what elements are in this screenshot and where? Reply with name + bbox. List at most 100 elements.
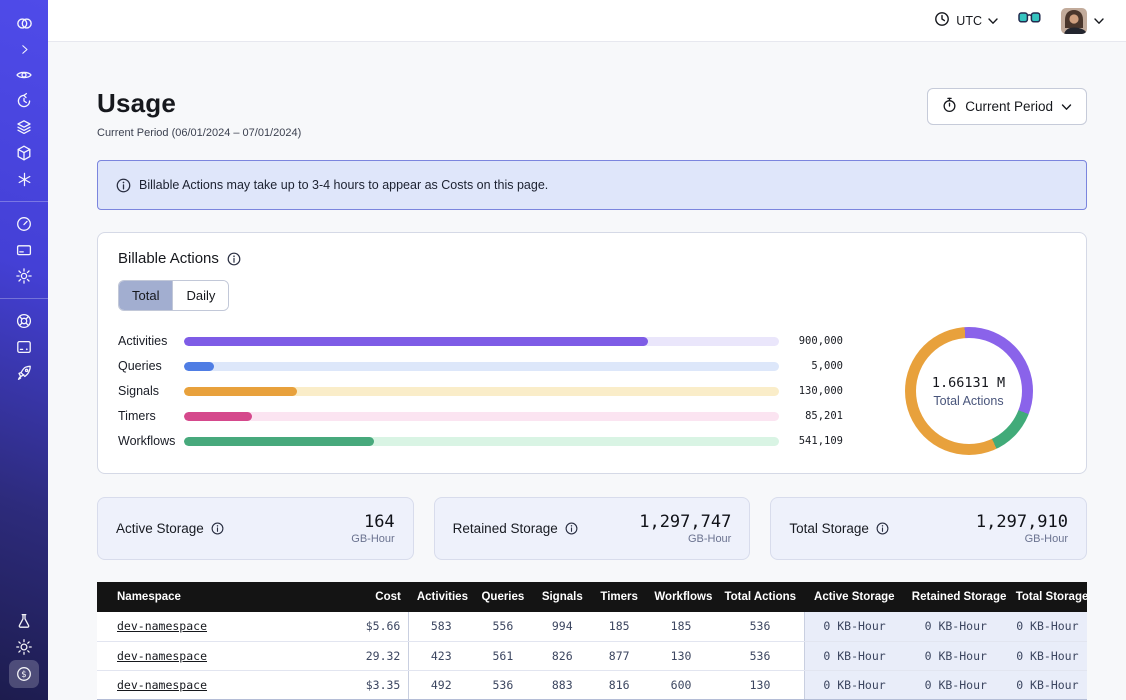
column-header-timers: Timers <box>592 582 646 612</box>
queries-cell: 556 <box>473 612 532 641</box>
usage-coin-icon[interactable]: $ <box>9 660 39 688</box>
storage-card-unit: GB-Hour <box>351 533 394 545</box>
bar-row-workflows: Workflows 541,109 <box>118 429 843 454</box>
queries-cell: 561 <box>473 641 532 670</box>
tab-total[interactable]: Total <box>119 281 172 310</box>
sun-icon[interactable] <box>7 634 41 660</box>
storage-card-label: Retained Storage <box>453 521 558 536</box>
timezone-selector[interactable]: UTC <box>934 11 998 30</box>
bar-value: 541,109 <box>779 435 843 447</box>
total-actions-cell: 130 <box>716 670 805 699</box>
flask-icon[interactable] <box>7 608 41 634</box>
signals-cell: 826 <box>533 641 592 670</box>
info-icon[interactable] <box>565 522 578 535</box>
account-menu[interactable] <box>1061 8 1104 34</box>
storage-summary-row: Active Storage 164 GB-Hour Retained Stor… <box>97 497 1087 560</box>
page-title: Usage <box>97 88 301 119</box>
timezone-label: UTC <box>956 14 982 28</box>
signals-cell: 994 <box>533 612 592 641</box>
bar-value: 130,000 <box>779 385 843 397</box>
bar-track <box>184 337 779 346</box>
info-icon[interactable] <box>227 252 241 266</box>
svg-text:$: $ <box>21 670 26 680</box>
eye-icon[interactable] <box>7 62 41 88</box>
column-header-queries: Queries <box>473 582 532 612</box>
sidebar-nav: $ <box>0 0 48 700</box>
collapse-chevron-icon[interactable] <box>7 36 41 62</box>
total-actions-cell: 536 <box>716 612 805 641</box>
asterisk-icon[interactable] <box>7 166 41 192</box>
bar-value: 85,201 <box>779 410 843 422</box>
period-selector-button[interactable]: Current Period <box>927 88 1087 125</box>
total-storage-cell: 0 KB-Hour <box>1008 612 1087 641</box>
column-header-total-storage: Total Storage <box>1008 582 1087 612</box>
info-banner-text: Billable Actions may take up to 3-4 hour… <box>139 178 548 192</box>
column-header-total-actions: Total Actions <box>716 582 805 612</box>
cost-cell: $5.66 <box>325 612 409 641</box>
timers-cell: 185 <box>592 612 646 641</box>
lifebuoy-icon[interactable] <box>7 308 41 334</box>
bar-track <box>184 412 779 421</box>
table-row: dev-namespace $3.35 492 536 883 816 600 … <box>97 670 1087 699</box>
namespace-link[interactable]: dev-namespace <box>117 619 207 633</box>
avatar <box>1061 8 1087 34</box>
billable-actions-title: Billable Actions <box>118 250 219 267</box>
chevron-down-icon <box>988 14 998 28</box>
table-row: dev-namespace $5.66 583 556 994 185 185 … <box>97 612 1087 641</box>
column-header-signals: Signals <box>533 582 592 612</box>
storage-card-unit: GB-Hour <box>976 533 1068 545</box>
total-actions-label: Total Actions <box>933 394 1003 408</box>
active-storage-cell: 0 KB-Hour <box>805 641 904 670</box>
storage-card-unit: GB-Hour <box>639 533 731 545</box>
namespace-link[interactable]: dev-namespace <box>117 678 207 692</box>
total-storage-cell: 0 KB-Hour <box>1008 641 1087 670</box>
timers-cell: 877 <box>592 641 646 670</box>
bar-value: 5,000 <box>779 360 843 372</box>
info-icon[interactable] <box>211 522 224 535</box>
gear-icon[interactable] <box>7 263 41 289</box>
namespace-usage-table: Namespace Cost Activities Queries Signal… <box>97 582 1087 700</box>
storage-card-label: Active Storage <box>116 521 204 536</box>
bar-row-activities: Activities 900,000 <box>118 329 843 354</box>
bar-label: Queries <box>118 359 184 373</box>
glasses-icon[interactable] <box>1018 11 1041 30</box>
topbar: UTC <box>48 0 1126 42</box>
gauge-icon[interactable] <box>7 211 41 237</box>
column-header-namespace: Namespace <box>97 582 325 612</box>
credit-card-icon[interactable] <box>7 237 41 263</box>
bar-track <box>184 362 779 371</box>
activities-cell: 583 <box>409 612 473 641</box>
tab-daily[interactable]: Daily <box>172 281 228 310</box>
stopwatch-icon <box>942 97 957 116</box>
info-icon[interactable] <box>876 522 889 535</box>
info-icon <box>116 178 131 193</box>
active-storage-cell: 0 KB-Hour <box>805 612 904 641</box>
layers-icon[interactable] <box>7 114 41 140</box>
active-storage-cell: 0 KB-Hour <box>805 670 904 699</box>
sidebar-divider <box>0 201 48 202</box>
rocket-icon[interactable] <box>7 360 41 386</box>
donut-ring: 1.66131 M Total Actions <box>905 327 1033 455</box>
bar-row-timers: Timers 85,201 <box>118 404 843 429</box>
cube-icon[interactable] <box>7 140 41 166</box>
total-actions-cell: 536 <box>716 641 805 670</box>
column-header-active-storage: Active Storage <box>805 582 904 612</box>
queries-cell: 536 <box>473 670 532 699</box>
bar-track <box>184 387 779 396</box>
retained-storage-card: Retained Storage 1,297,747 GB-Hour <box>434 497 751 560</box>
storage-card-value: 1,297,747 <box>639 512 731 532</box>
namespace-link[interactable]: dev-namespace <box>117 649 207 663</box>
actions-bar-chart: Activities 900,000 Queries 5,000 Signals <box>118 329 871 454</box>
bar-fill <box>184 362 214 371</box>
column-header-activities: Activities <box>409 582 473 612</box>
active-storage-card: Active Storage 164 GB-Hour <box>97 497 414 560</box>
chevron-down-icon <box>1094 12 1104 30</box>
timers-cell: 816 <box>592 670 646 699</box>
history-icon[interactable] <box>7 88 41 114</box>
page-content: Usage Current Period (06/01/2024 – 07/01… <box>48 42 1126 700</box>
feedback-monitor-icon[interactable] <box>7 334 41 360</box>
billable-chart: Activities 900,000 Queries 5,000 Signals <box>118 327 1066 455</box>
bar-label: Signals <box>118 384 184 398</box>
period-selector-label: Current Period <box>965 99 1053 114</box>
temporal-logo-icon[interactable] <box>7 10 41 36</box>
